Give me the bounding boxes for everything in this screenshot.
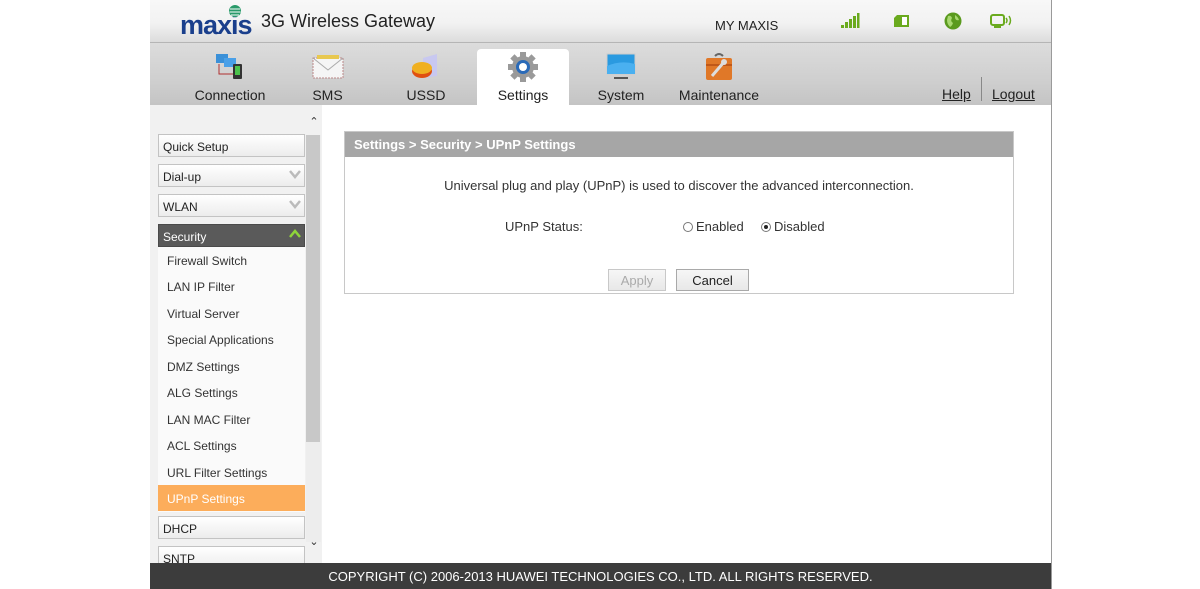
tab-label: Settings: [497, 87, 549, 103]
sidebar-item-acl-settings[interactable]: ACL Settings: [158, 432, 305, 458]
upnp-description: Universal plug and play (UPnP) is used t…: [444, 178, 914, 193]
sidebar-item-alg-settings[interactable]: ALG Settings: [158, 379, 305, 405]
tab-label: USSD: [406, 87, 446, 103]
chevron-down-icon: [289, 170, 301, 179]
sidebar-item-lan-ip-filter[interactable]: LAN IP Filter: [158, 273, 305, 299]
breadcrumb: Settings > Security > UPnP Settings: [345, 132, 1013, 157]
radio-checked-icon: [761, 222, 771, 232]
upnp-status-label: UPnP Status:: [505, 219, 583, 234]
radio-label: Enabled: [696, 219, 744, 234]
maxis-logo: maxis: [180, 5, 256, 39]
app-title: 3G Wireless Gateway: [261, 11, 436, 31]
chevron-up-icon: [289, 229, 301, 238]
envelope-icon: [312, 55, 343, 79]
cancel-button[interactable]: Cancel: [676, 269, 749, 291]
connection-icon: [216, 54, 242, 79]
sidebar-item-wlan[interactable]: WLAN: [158, 194, 305, 217]
apply-button[interactable]: Apply: [608, 269, 666, 291]
tab-sms[interactable]: SMS: [300, 49, 355, 105]
tab-label: SMS: [312, 87, 343, 103]
tab-label: Maintenance: [678, 87, 760, 103]
menu-label: SNTP: [163, 552, 196, 563]
sidebar: ⌃ ⌄ Quick Setup Dial-up WLAN Security Fi…: [150, 105, 322, 563]
sidebar-item-dial-up[interactable]: Dial-up: [158, 164, 305, 187]
scroll-down-arrow-icon[interactable]: ⌄: [307, 535, 321, 548]
sim-card-icon: [894, 15, 909, 27]
monitor-icon: [606, 53, 636, 79]
maxis-logo-mark-icon: [229, 5, 241, 17]
sidebar-item-security[interactable]: Security: [158, 224, 305, 247]
sidebar-item-special-applications[interactable]: Special Applications: [158, 326, 305, 352]
menu-label: Quick Setup: [163, 140, 229, 154]
tab-connection[interactable]: Connection: [188, 49, 272, 105]
wlan-device-icon: [990, 14, 1012, 28]
menu-label: Security: [163, 230, 207, 244]
internet-globe-icon: [944, 12, 962, 30]
sidebar-item-upnp-settings[interactable]: UPnP Settings: [158, 485, 305, 511]
main-nav: Connection SMS USSD Settings System Main…: [150, 43, 1051, 105]
sidebar-item-dmz-settings[interactable]: DMZ Settings: [158, 353, 305, 379]
footer-copyright: COPYRIGHT (C) 2006-2013 HUAWEI TECHNOLOG…: [150, 563, 1051, 589]
tab-label: System: [597, 87, 645, 103]
sidebar-item-firewall-switch[interactable]: Firewall Switch: [158, 247, 305, 273]
tab-ussd[interactable]: USSD: [395, 49, 457, 105]
gear-icon: [508, 52, 538, 82]
sidebar-item-sntp[interactable]: SNTP: [158, 546, 305, 563]
tab-system[interactable]: System: [588, 49, 654, 105]
sidebar-item-url-filter-settings[interactable]: URL Filter Settings: [158, 459, 305, 485]
nav-divider: [981, 77, 982, 101]
sidebar-item-virtual-server[interactable]: Virtual Server: [158, 300, 305, 326]
top-bar: maxis 3G Wireless Gateway MY MAXIS: [150, 0, 1051, 43]
menu-label: Dial-up: [163, 170, 202, 184]
radio-unchecked-icon: [683, 222, 693, 232]
sidebar-item-lan-mac-filter[interactable]: LAN MAC Filter: [158, 406, 305, 432]
upnp-disabled-radio[interactable]: Disabled: [761, 219, 825, 234]
sidebar-item-quick-setup[interactable]: Quick Setup: [158, 134, 305, 157]
toolbox-icon: [706, 53, 732, 80]
tab-settings[interactable]: Settings: [477, 49, 569, 105]
logout-link[interactable]: Logout: [992, 86, 1035, 102]
signal-strength-icon: [841, 13, 860, 28]
menu-label: DHCP: [163, 522, 198, 536]
my-maxis-link[interactable]: MY MAXIS: [715, 18, 778, 33]
help-link[interactable]: Help: [942, 86, 971, 102]
tab-label: Connection: [194, 87, 266, 103]
ussd-icon: [412, 54, 437, 78]
upnp-enabled-radio[interactable]: Enabled: [683, 219, 744, 234]
security-submenu: Firewall Switch LAN IP Filter Virtual Se…: [158, 247, 305, 512]
chevron-down-icon: [289, 200, 301, 209]
router-web-ui: maxis 3G Wireless Gateway MY MAXIS Conne…: [150, 0, 1052, 589]
scroll-up-arrow-icon[interactable]: ⌃: [307, 115, 321, 128]
radio-label: Disabled: [774, 219, 825, 234]
sidebar-scrollbar-thumb[interactable]: [306, 135, 320, 442]
menu-label: WLAN: [163, 200, 198, 214]
sidebar-item-dhcp[interactable]: DHCP: [158, 516, 305, 539]
tab-maintenance[interactable]: Maintenance: [670, 49, 768, 105]
upnp-settings-panel: Settings > Security > UPnP Settings Univ…: [344, 131, 1014, 294]
